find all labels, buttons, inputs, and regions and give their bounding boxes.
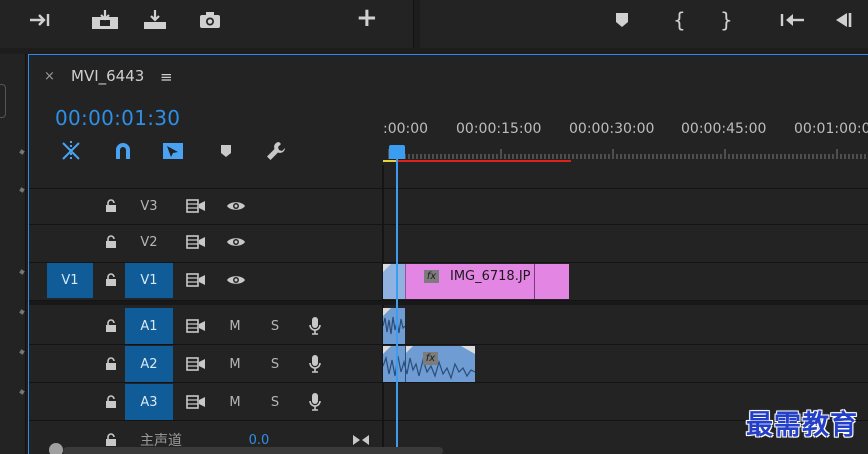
watermark-text: 最需教育 [746, 410, 858, 441]
sync-lock-icon[interactable] [179, 346, 213, 382]
in-point-segment [383, 160, 397, 162]
microphone-icon[interactable] [301, 384, 329, 420]
playhead-line[interactable] [396, 147, 398, 454]
program-monitor-toolbar-right: { } [420, 0, 868, 48]
track-name[interactable]: V2 [125, 224, 173, 260]
track-header-v1: V1 V1 [29, 262, 382, 299]
track-header-a3: A3 M S [29, 384, 382, 421]
snap-magnet-icon[interactable] [113, 139, 133, 163]
eye-icon[interactable] [219, 188, 253, 224]
insert-icon[interactable] [90, 8, 120, 32]
linked-selection-icon[interactable] [161, 139, 185, 163]
ruler-label: 00:01:00:00 [794, 121, 868, 137]
timeline-panel: × MVI_6443 ≡ 00:00:01:30 :00:00 00:00:15… [28, 54, 868, 454]
lock-icon[interactable] [97, 224, 125, 260]
track-header-a1: A1 M S [29, 308, 382, 345]
time-ruler[interactable] [383, 147, 868, 163]
tick-mark [19, 309, 25, 315]
ruler-label: 00:00:15:00 [456, 121, 542, 137]
time-ruler-labels: :00:00 00:00:15:00 00:00:30:00 00:00:45:… [383, 121, 868, 141]
microphone-icon[interactable] [301, 308, 329, 344]
step-back-icon[interactable] [832, 8, 856, 32]
mark-in-brace-icon[interactable]: { [673, 8, 686, 32]
sync-lock-icon[interactable] [179, 262, 213, 298]
playhead-handle[interactable] [389, 145, 405, 159]
ruler-label: 00:00:30:00 [569, 121, 655, 137]
zoom-scrollbar-handle[interactable] [49, 443, 63, 454]
tools-panel [0, 54, 26, 454]
mute-button[interactable]: M [221, 346, 249, 382]
mark-out-brace-icon[interactable]: } [720, 8, 733, 32]
add-marker-icon[interactable] [219, 139, 233, 163]
solo-button[interactable]: S [261, 346, 289, 382]
ruler-label: 00:00:45:00 [681, 121, 767, 137]
microphone-icon[interactable] [301, 346, 329, 382]
ripple-icon[interactable] [59, 139, 83, 163]
tick-mark [19, 187, 25, 193]
clip-edit-point[interactable] [405, 346, 406, 382]
go-to-in-icon[interactable] [778, 8, 806, 32]
track-name[interactable]: A2 [125, 346, 173, 382]
track-name[interactable]: V1 [125, 262, 173, 298]
tick-mark [19, 349, 25, 355]
lock-icon[interactable] [97, 384, 125, 420]
lock-icon[interactable] [97, 346, 125, 382]
video-clip-transition[interactable] [383, 264, 405, 299]
track-header-v2: V2 [29, 224, 382, 261]
lock-icon[interactable] [97, 308, 125, 344]
wrench-icon[interactable] [265, 139, 287, 163]
tick-mark [19, 149, 25, 155]
close-tab-icon[interactable]: × [44, 69, 55, 84]
fx-badge: fx [424, 270, 439, 283]
sync-lock-icon[interactable] [179, 308, 213, 344]
sync-lock-icon[interactable] [179, 224, 213, 260]
plus-icon[interactable]: + [356, 3, 378, 33]
track-name[interactable]: A1 [125, 308, 173, 344]
marker-icon[interactable] [614, 8, 630, 32]
tick-mark [19, 389, 25, 395]
mute-button[interactable]: M [221, 308, 249, 344]
timeline-zoom-scrollbar[interactable] [63, 447, 443, 454]
ruler-label: :00:00 [383, 121, 429, 137]
solo-button[interactable]: S [261, 384, 289, 420]
sequence-tab-title[interactable]: MVI_6443 [71, 67, 144, 85]
video-clip-label: IMG_6718.JP [450, 269, 531, 284]
work-area-bar [383, 160, 571, 162]
program-monitor-toolbar-left: + [0, 0, 414, 48]
tools-panel-button[interactable] [0, 84, 6, 118]
track-header-a2: A2 M S [29, 346, 382, 383]
fx-badge: fx [423, 352, 438, 365]
track-name[interactable]: A3 [125, 384, 173, 420]
track-header-v3: V3 [29, 188, 382, 225]
lock-icon[interactable] [97, 188, 125, 224]
sync-lock-icon[interactable] [179, 188, 213, 224]
overwrite-icon[interactable] [142, 8, 168, 32]
video-clip[interactable]: fx IMG_6718.JP [405, 264, 569, 299]
track-name[interactable]: V3 [125, 188, 173, 224]
mark-out-icon[interactable] [28, 8, 54, 32]
camera-icon[interactable] [198, 8, 222, 32]
tick-mark [19, 269, 25, 275]
eye-icon[interactable] [219, 262, 253, 298]
lock-icon[interactable] [97, 262, 125, 298]
clip-edit-point[interactable] [534, 264, 535, 299]
solo-button[interactable]: S [261, 308, 289, 344]
playhead-timecode[interactable]: 00:00:01:30 [55, 106, 180, 130]
panel-menu-icon[interactable]: ≡ [160, 68, 173, 86]
track-headers: V3 V2 V1 V1 A1 M S A2 M S A3 M S 主声道 0.0 [29, 188, 382, 454]
source-patch-v1[interactable]: V1 [47, 262, 93, 298]
top-toolbar: + { } [0, 0, 868, 48]
sync-lock-icon[interactable] [179, 384, 213, 420]
audio-clip-a1[interactable] [383, 308, 405, 344]
mute-button[interactable]: M [221, 384, 249, 420]
eye-icon[interactable] [219, 224, 253, 260]
